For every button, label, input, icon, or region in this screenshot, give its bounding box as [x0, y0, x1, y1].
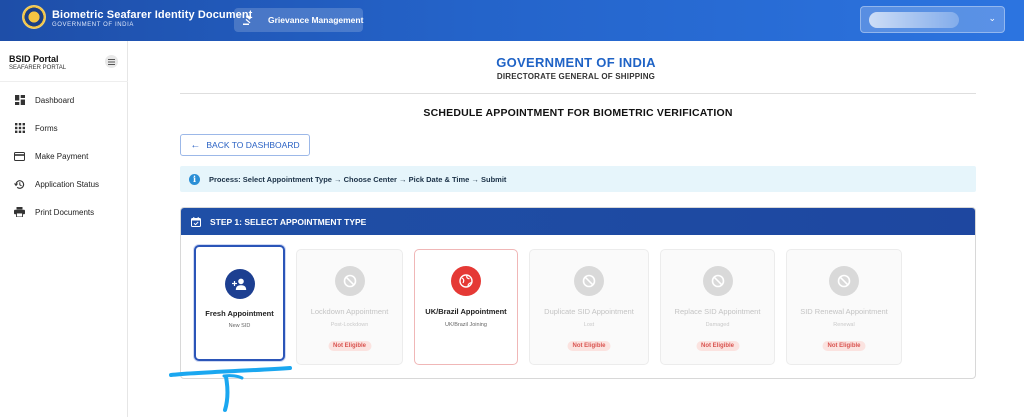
grid-icon — [14, 123, 25, 134]
grievance-label: Grievance Management — [268, 15, 364, 25]
block-icon — [334, 266, 365, 296]
grievance-management-button[interactable]: Grievance Management — [234, 8, 363, 32]
arrow-left-icon: ← — [190, 139, 201, 151]
portal-subtitle: SEAFARER PORTAL — [9, 65, 67, 71]
sidebar-item-label: Make Payment — [35, 151, 89, 161]
person-add-icon — [224, 269, 255, 299]
chevron-down-icon: ⌄ — [988, 13, 996, 23]
step-header: STEP 1: SELECT APPOINTMENT TYPE — [181, 208, 975, 235]
calendar-check-icon — [191, 216, 201, 227]
not-eligible-badge: Not Eligible — [696, 341, 739, 351]
sidebar: BSID Portal SEAFARER PORTAL Dashboard Fo… — [0, 41, 128, 417]
emblem-logo — [22, 5, 46, 29]
option-name: Replace SID Appointment — [674, 307, 761, 316]
info-icon: i — [189, 173, 200, 185]
app-subtitle: GOVERNMENT OF INDIA — [52, 22, 134, 28]
header-divider — [180, 93, 976, 94]
back-to-dashboard-button[interactable]: ← BACK TO DASHBOARD — [180, 134, 310, 156]
not-eligible-badge: Not Eligible — [328, 341, 371, 351]
history-icon — [14, 179, 25, 190]
directorate-title: DIRECTORATE GENERAL OF SHIPPING — [496, 72, 656, 81]
back-button-label: BACK TO DASHBOARD — [206, 140, 300, 150]
printer-icon — [14, 207, 25, 218]
menu-toggle-button[interactable] — [105, 55, 118, 68]
option-lockdown-appointment: Lockdown Appointment Post-Lockdown Not E… — [296, 249, 403, 365]
option-subtitle: Post-Lockdown — [330, 322, 369, 328]
option-name: Lockdown Appointment — [310, 307, 389, 316]
not-eligible-badge: Not Eligible — [567, 341, 611, 351]
option-subtitle: Damaged — [705, 322, 730, 328]
option-subtitle: Renewal — [833, 322, 855, 328]
sidebar-item-dashboard[interactable]: Dashboard — [0, 90, 128, 110]
option-subtitle: Lost — [583, 322, 595, 328]
option-subtitle: New SID — [228, 323, 251, 329]
sidebar-item-label: Forms — [35, 123, 58, 133]
process-text: Process: Select Appointment Type → Choos… — [209, 174, 507, 184]
portal-title: BSID Portal — [9, 54, 59, 64]
sidebar-item-application-status[interactable]: Application Status — [0, 174, 128, 194]
option-name: Fresh Appointment — [205, 309, 274, 318]
sidebar-item-forms[interactable]: Forms — [0, 118, 128, 138]
option-replace-sid-appointment: Replace SID Appointment Damaged Not Elig… — [660, 249, 775, 365]
not-eligible-badge: Not Eligible — [822, 341, 866, 351]
option-duplicate-sid-appointment: Duplicate SID Appointment Lost Not Eligi… — [529, 249, 649, 365]
gavel-icon — [242, 14, 254, 26]
credit-card-icon — [14, 151, 25, 162]
step-title: STEP 1: SELECT APPOINTMENT TYPE — [210, 216, 367, 227]
user-menu[interactable]: ⌄ — [860, 6, 1005, 33]
hamburger-icon — [108, 58, 115, 65]
app-title: Biometric Seafarer Identity Document — [52, 9, 253, 21]
annotation-scribble — [169, 366, 292, 412]
top-header: Biometric Seafarer Identity Document GOV… — [0, 0, 1024, 41]
dashboard-icon — [14, 95, 25, 106]
option-fresh-appointment[interactable]: Fresh Appointment New SID — [194, 245, 285, 361]
sidebar-item-make-payment[interactable]: Make Payment — [0, 146, 128, 166]
option-name: SID Renewal Appointment — [800, 307, 888, 316]
page-title: SCHEDULE APPOINTMENT FOR BIOMETRIC VERIF… — [423, 107, 733, 119]
globe-icon — [451, 266, 481, 296]
block-icon — [829, 266, 859, 296]
sidebar-item-label: Print Documents — [35, 207, 95, 217]
block-icon — [702, 266, 733, 296]
sidebar-item-print-documents[interactable]: Print Documents — [0, 202, 128, 222]
option-uk-brazil-appointment[interactable]: UK/Brazil Appointment UK/Brazil Joining — [414, 249, 518, 365]
option-name: UK/Brazil Appointment — [425, 307, 507, 316]
process-info-banner: i Process: Select Appointment Type → Cho… — [180, 166, 976, 192]
sidebar-divider — [0, 81, 128, 82]
option-sid-renewal-appointment: SID Renewal Appointment Renewal Not Elig… — [786, 249, 902, 365]
sidebar-item-label: Dashboard — [35, 95, 75, 105]
option-subtitle: UK/Brazil Joining — [445, 322, 487, 328]
sidebar-item-label: Application Status — [35, 179, 100, 189]
avatar — [869, 12, 959, 28]
option-name: Duplicate SID Appointment — [544, 307, 634, 316]
government-title: GOVERNMENT OF INDIA — [496, 55, 656, 70]
block-icon — [574, 266, 604, 296]
